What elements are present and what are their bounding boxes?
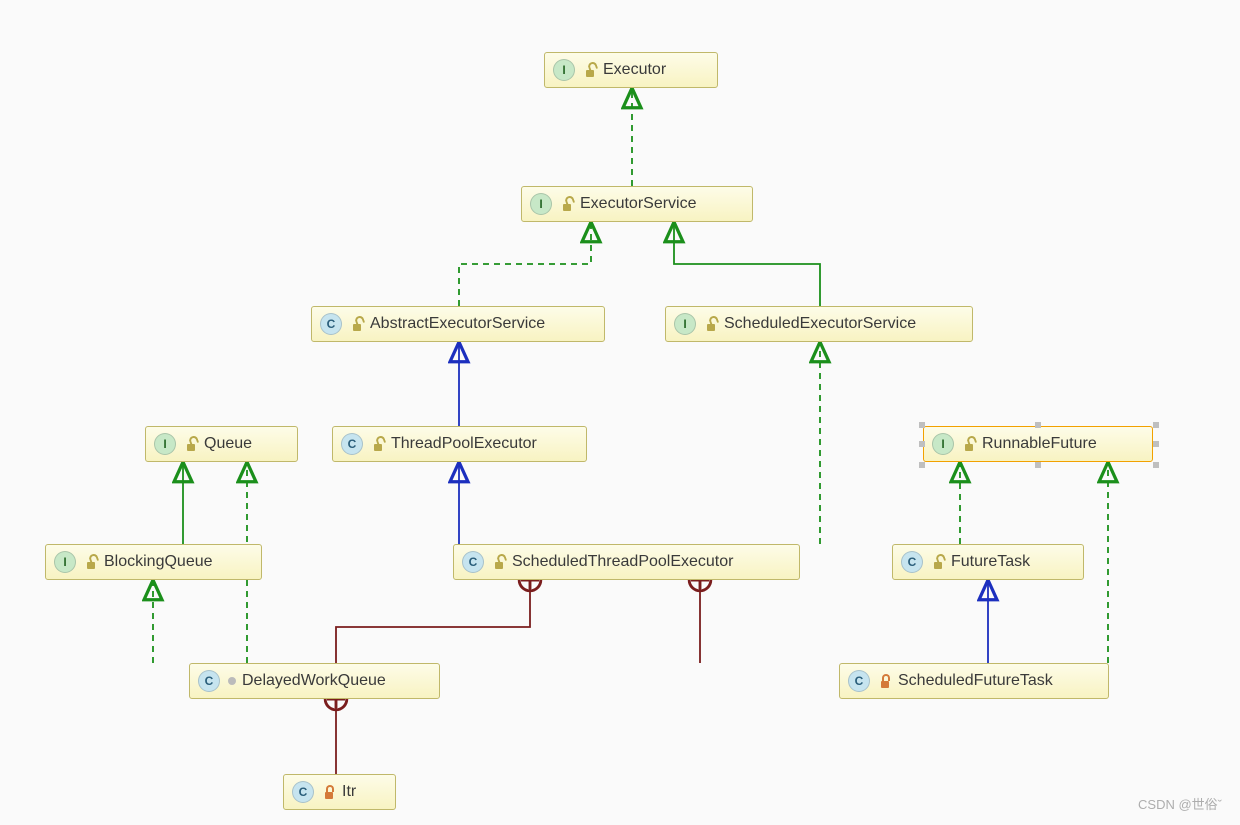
node-label: DelayedWorkQueue — [242, 672, 386, 690]
lock-open-icon — [583, 63, 597, 77]
node-blockingQueue[interactable]: I BlockingQueue — [45, 544, 262, 580]
node-label: Executor — [603, 61, 666, 79]
node-label: ExecutorService — [580, 195, 697, 213]
class-icon: C — [848, 670, 870, 692]
node-label: BlockingQueue — [104, 553, 213, 571]
selection-handle[interactable] — [1153, 422, 1159, 428]
node-scheduledFutureTask[interactable]: C ScheduledFutureTask — [839, 663, 1109, 699]
interface-icon: I — [674, 313, 696, 335]
selection-handle[interactable] — [919, 441, 925, 447]
node-threadPoolExec[interactable]: C ThreadPoolExecutor — [332, 426, 587, 462]
class-icon: C — [320, 313, 342, 335]
node-futureTask[interactable]: C FutureTask — [892, 544, 1084, 580]
package-visibility-icon — [228, 677, 236, 685]
class-icon: C — [462, 551, 484, 573]
lock-open-icon — [492, 555, 506, 569]
lock-closed-icon — [878, 674, 892, 688]
lock-closed-icon — [322, 785, 336, 799]
node-label: ThreadPoolExecutor — [391, 435, 537, 453]
node-delayedWorkQueue[interactable]: C DelayedWorkQueue — [189, 663, 440, 699]
node-executor[interactable]: I Executor — [544, 52, 718, 88]
node-label: Queue — [204, 435, 252, 453]
lock-open-icon — [962, 437, 976, 451]
selection-handle[interactable] — [919, 462, 925, 468]
edge-extendI — [674, 222, 820, 306]
edge-realize — [459, 222, 591, 306]
node-itr[interactable]: C Itr — [283, 774, 396, 810]
node-label: RunnableFuture — [982, 435, 1097, 453]
lock-open-icon — [931, 555, 945, 569]
watermark: CSDN @世俗ˇ — [1138, 794, 1222, 813]
node-label: ScheduledExecutorService — [724, 315, 916, 333]
interface-icon: I — [154, 433, 176, 455]
node-abstractExecutorSvc[interactable]: C AbstractExecutorService — [311, 306, 605, 342]
selection-handle[interactable] — [1153, 441, 1159, 447]
class-icon: C — [901, 551, 923, 573]
node-queue[interactable]: I Queue — [145, 426, 298, 462]
selection-handle[interactable] — [1035, 462, 1041, 468]
edge-nested — [336, 580, 530, 663]
node-runnableFuture[interactable]: I RunnableFuture — [923, 426, 1153, 462]
node-label: ScheduledThreadPoolExecutor — [512, 553, 733, 571]
class-icon: C — [341, 433, 363, 455]
selection-handle[interactable] — [919, 422, 925, 428]
node-scheduledTPExec[interactable]: C ScheduledThreadPoolExecutor — [453, 544, 800, 580]
lock-open-icon — [704, 317, 718, 331]
class-icon: C — [198, 670, 220, 692]
selection-handle[interactable] — [1153, 462, 1159, 468]
node-label: FutureTask — [951, 553, 1030, 571]
lock-open-icon — [350, 317, 364, 331]
lock-open-icon — [371, 437, 385, 451]
lock-open-icon — [560, 197, 574, 211]
interface-icon: I — [54, 551, 76, 573]
selection-handle[interactable] — [1035, 422, 1041, 428]
node-scheduledExecSvc[interactable]: I ScheduledExecutorService — [665, 306, 973, 342]
lock-open-icon — [84, 555, 98, 569]
interface-icon: I — [932, 433, 954, 455]
node-label: AbstractExecutorService — [370, 315, 545, 333]
node-executorService[interactable]: I ExecutorService — [521, 186, 753, 222]
lock-open-icon — [184, 437, 198, 451]
class-icon: C — [292, 781, 314, 803]
diagram-connectors — [0, 0, 1240, 825]
node-label: Itr — [342, 783, 356, 801]
node-label: ScheduledFutureTask — [898, 672, 1053, 690]
interface-icon: I — [530, 193, 552, 215]
interface-icon: I — [553, 59, 575, 81]
